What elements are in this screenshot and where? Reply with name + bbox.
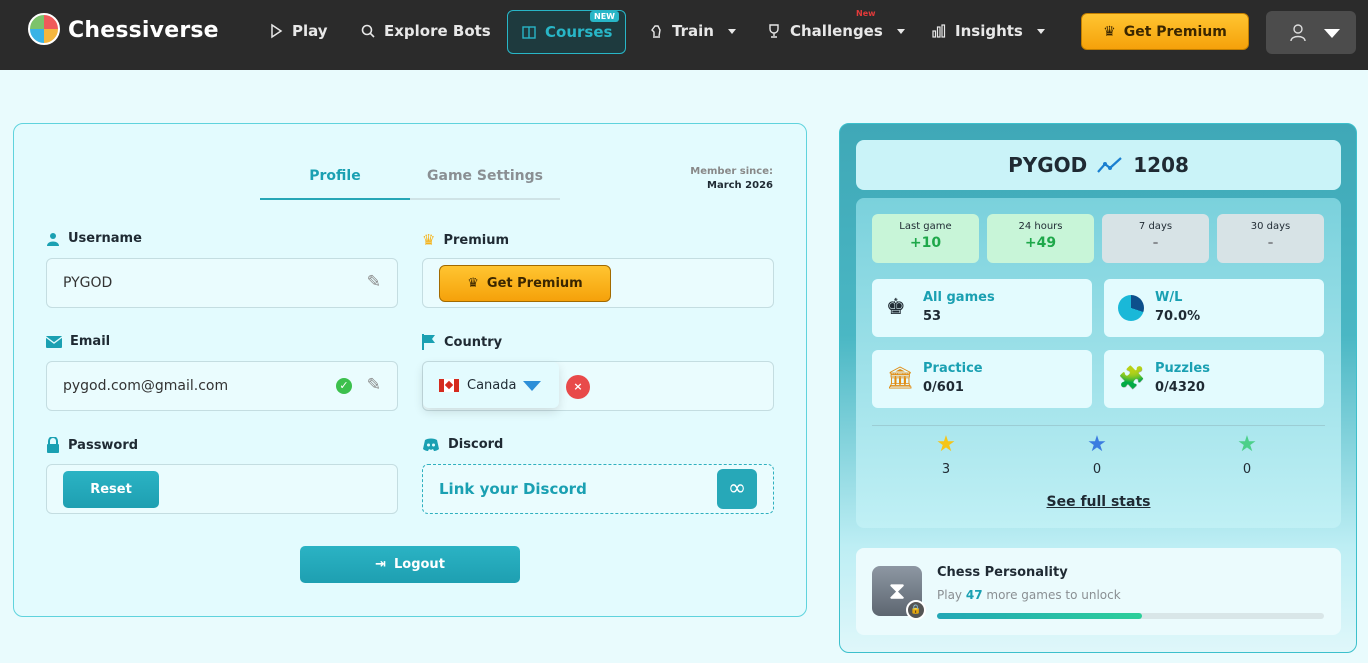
all-games-card[interactable]: ♚ All games 53 [872,279,1092,337]
tab-game-settings[interactable]: Game Settings [410,168,560,200]
nav-insights[interactable]: Insights [931,22,1045,40]
gold-star-icon: ★ [936,432,956,457]
email-field[interactable]: pygod.com@gmail.com ✓ ✎ [46,361,398,411]
password-label: Password [46,437,138,453]
discord-icon [423,438,439,451]
lock-icon: 🔒 [906,600,926,620]
get-premium-button[interactable]: ♛ Get Premium [1081,13,1249,50]
pie-chart-icon [1118,295,1144,321]
museum-icon: 🏛 [886,366,914,391]
logout-icon: ⇥ [375,557,386,572]
personality-progress-fill [937,613,1143,619]
link-chain-icon[interactable]: ∞ [717,469,757,509]
edit-pencil-icon[interactable]: ✎ [367,272,381,292]
search-icon [361,24,375,38]
user-icon [47,232,59,246]
period-last-game: Last game +10 [872,214,979,263]
chevron-down-icon [1036,28,1045,34]
member-since: Member since: March 2026 [690,166,773,191]
country-label: Country [422,334,502,350]
chessiverse-logo-icon[interactable] [28,13,60,45]
reset-password-button[interactable]: Reset [63,471,159,508]
user-menu-button[interactable] [1266,11,1356,54]
new-badge-challenges: New [856,9,876,18]
win-loss-card[interactable]: W/L 70.0% [1104,279,1324,337]
password-field: Reset [46,464,398,514]
premium-get-button[interactable]: ♛ Get Premium [439,265,611,302]
crown-icon: ♛ [467,276,479,291]
username-field[interactable]: PYGOD ✎ [46,258,398,308]
nav-challenges[interactable]: Challenges [766,22,905,40]
link-discord-text[interactable]: Link your Discord [439,480,587,498]
flag-icon [422,334,435,350]
edit-pencil-icon[interactable]: ✎ [367,375,381,395]
period-24-hours: 24 hours +49 [987,214,1094,263]
chevron-down-icon [523,381,541,391]
discord-label: Discord [422,437,503,452]
player-header: PYGOD 1208 [856,140,1341,190]
chess-pieces-icon: ♚ [886,295,906,320]
trophy-icon [769,24,779,38]
trend-up-icon [1097,157,1122,173]
tab-profile[interactable]: Profile [260,168,410,200]
knight-icon [651,25,661,38]
premium-field: ♛ Get Premium [422,258,774,308]
personality-subtitle: Play 47 more games to unlock [937,588,1121,602]
crown-icon: ♛ [422,231,436,249]
email-label: Email [46,334,110,349]
user-avatar-icon [1290,24,1306,42]
new-badge: NEW [590,11,619,22]
nav-play[interactable]: Play [268,22,328,40]
player-name: PYGOD [1008,153,1088,177]
puzzles-card[interactable]: 🧩 Puzzles 0/4320 [1104,350,1324,408]
username-label: Username [46,231,142,246]
profile-panel: Profile Game Settings Member since: Marc… [13,123,807,617]
verified-check-icon: ✓ [336,378,352,394]
envelope-icon [46,335,62,348]
see-full-stats-link[interactable]: See full stats [856,494,1341,510]
period-30-days: 30 days - [1217,214,1324,263]
stats-body: Last game +10 24 hours +49 7 days - 30 d… [856,198,1341,528]
clear-country-icon[interactable]: × [566,375,590,399]
green-star-icon: ★ [1237,432,1257,457]
chevron-down-icon [896,28,905,34]
period-7-days: 7 days - [1102,214,1209,263]
chevron-down-icon [727,28,736,34]
divider [872,425,1325,426]
puzzle-piece-icon: 🧩 [1118,366,1146,391]
crown-icon: ♛ [1103,23,1116,40]
country-select[interactable]: Canada [423,362,559,408]
canada-flag-icon [439,379,459,392]
practice-card[interactable]: 🏛 Practice 0/601 [872,350,1092,408]
bar-chart-icon [932,24,946,38]
premium-label: ♛ Premium [422,231,510,249]
play-icon [271,23,283,39]
blue-star-icon: ★ [1087,432,1107,457]
brand-name[interactable]: Chessiverse [68,18,219,43]
nav-explore-bots[interactable]: Explore Bots [360,22,491,40]
discord-field[interactable]: Link your Discord ∞ [422,464,774,514]
logout-button[interactable]: ⇥ Logout [300,546,520,583]
lock-icon [47,437,59,453]
personality-progress-bar [937,613,1324,619]
gold-star-count: 3 [941,462,951,477]
country-field: Canada × [422,361,774,411]
stats-panel: PYGOD 1208 Last game +10 24 hours +49 7 … [839,123,1357,653]
chevron-down-icon [1324,29,1340,38]
player-rating: 1208 [1133,153,1189,177]
chess-personality-card: ⧗ 🔒 Chess Personality Play 47 more games… [856,548,1341,635]
nav-train[interactable]: Train [648,22,736,40]
book-icon [522,26,536,39]
blue-star-count: 0 [1092,462,1102,477]
top-navigation-bar: Chessiverse Play Explore Bots Courses NE… [0,0,1368,70]
personality-title: Chess Personality [937,565,1068,580]
green-star-count: 0 [1242,462,1252,477]
